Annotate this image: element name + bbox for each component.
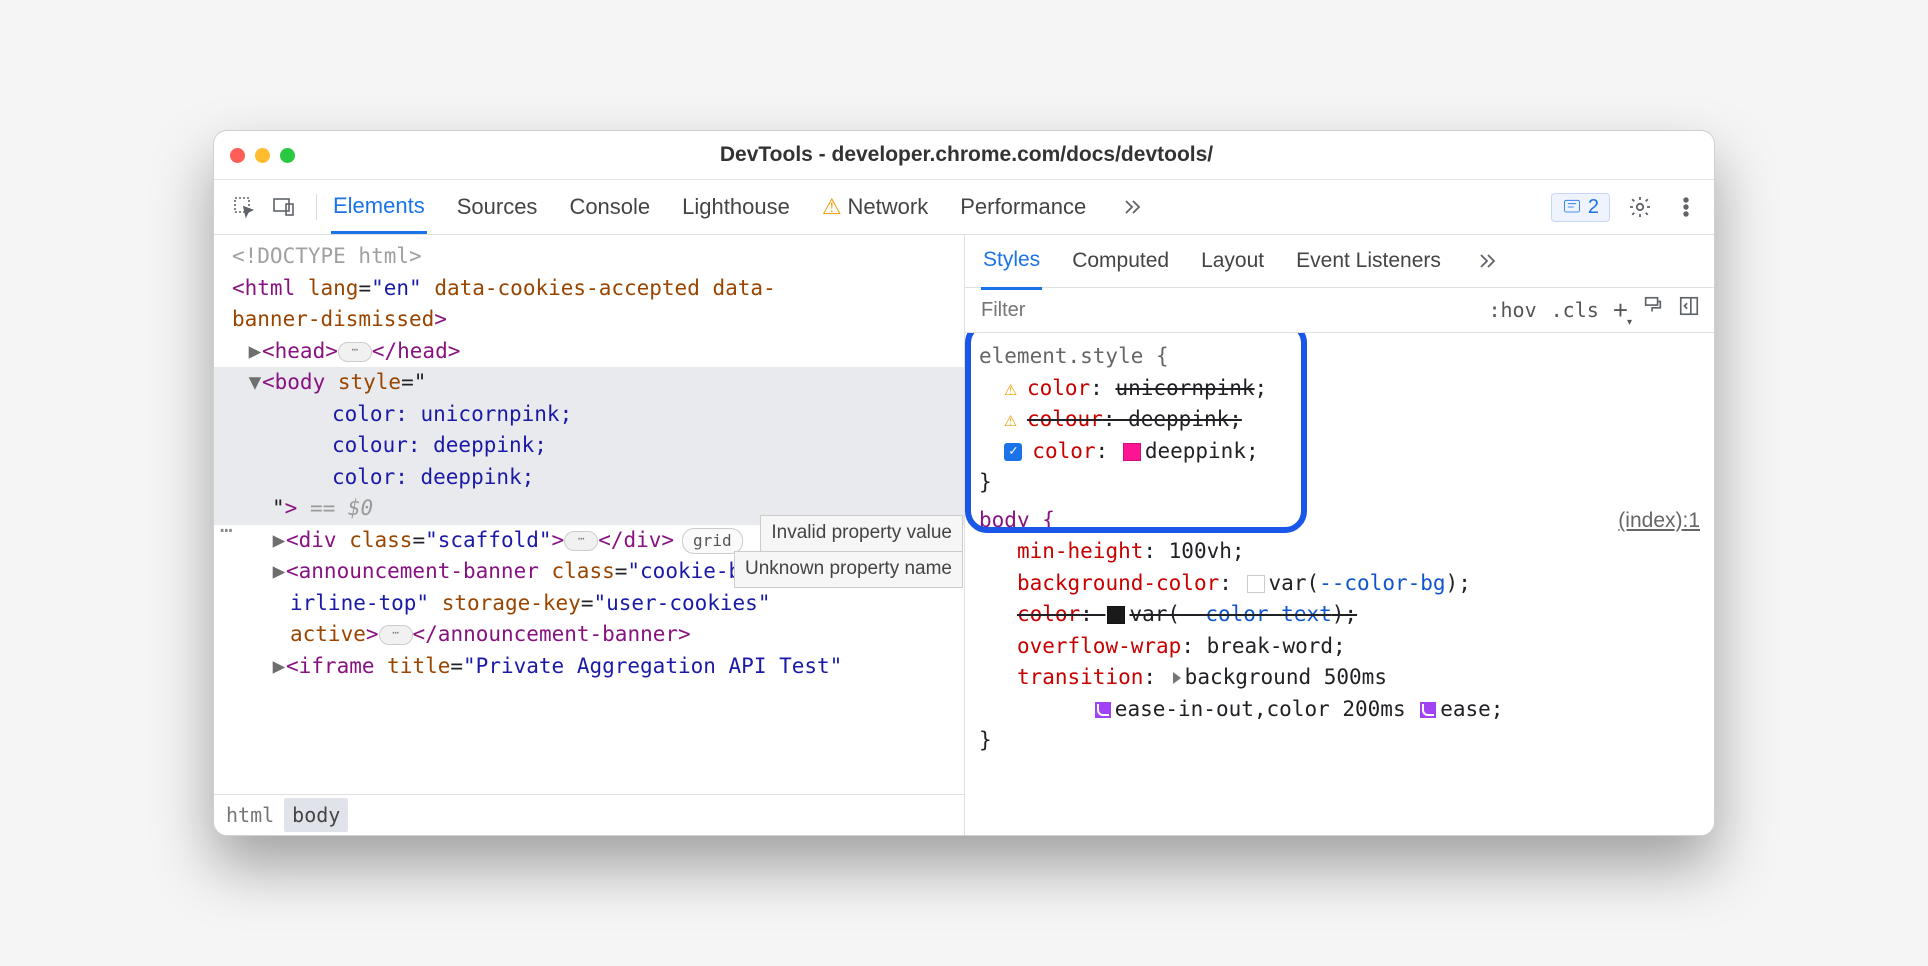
tab-elements[interactable]: Elements xyxy=(331,181,427,234)
warning-icon: ⚠ xyxy=(1004,407,1017,431)
decl-bg[interactable]: background-color: var(--color-bg); xyxy=(979,568,1700,600)
decl-min-height[interactable]: min-height: 100vh; xyxy=(979,536,1700,568)
titlebar: DevTools - developer.chrome.com/docs/dev… xyxy=(214,131,1714,180)
maximize-window-icon[interactable] xyxy=(280,148,295,163)
style-line-2: colour: deeppink; xyxy=(214,430,964,462)
hov-toggle[interactable]: :hov xyxy=(1488,295,1536,325)
selector-element-style: element.style { xyxy=(979,341,1700,373)
decl-colour-unknown[interactable]: ⚠colour: deeppink; xyxy=(979,404,1700,436)
styles-filter-input[interactable] xyxy=(979,298,1474,323)
toolbar-right: 2 xyxy=(1551,191,1702,223)
close-window-icon[interactable] xyxy=(230,148,245,163)
new-rule-icon[interactable]: +▾ xyxy=(1613,291,1628,330)
color-swatch-icon[interactable] xyxy=(1247,575,1265,593)
window-title: DevTools - developer.chrome.com/docs/dev… xyxy=(295,143,1638,167)
decl-transition[interactable]: transition: background 500ms xyxy=(979,662,1700,694)
subtab-computed[interactable]: Computed xyxy=(1070,233,1171,289)
style-line-1: color: unicornpink; xyxy=(214,399,964,431)
color-swatch-icon[interactable] xyxy=(1123,443,1141,461)
html-open-cont[interactable]: banner-dismissed> xyxy=(214,304,964,336)
device-toolbar-icon[interactable] xyxy=(266,189,302,225)
decl-color-valid[interactable]: ✓color: deeppink; xyxy=(979,436,1700,468)
styles-sidebar: Styles Computed Layout Event Listeners :… xyxy=(965,235,1714,835)
decl-color-invalid[interactable]: ⚠color: unicornpink; xyxy=(979,373,1700,405)
color-swatch-icon[interactable] xyxy=(1107,606,1125,624)
crumb-html[interactable]: html xyxy=(226,800,274,830)
styles-filterbar: :hov .cls +▾ xyxy=(965,288,1714,333)
easing-icon[interactable] xyxy=(1420,702,1436,718)
crumb-body[interactable]: body xyxy=(284,798,348,832)
selector-body: body { xyxy=(979,505,1700,537)
ellipsis-icon[interactable]: ⋯ xyxy=(564,531,598,551)
more-tabs-icon[interactable] xyxy=(1116,191,1148,223)
traffic-lights xyxy=(230,148,295,163)
devtools-window: DevTools - developer.chrome.com/docs/dev… xyxy=(213,130,1715,836)
element-style-rule[interactable]: element.style { ⚠color: unicornpink; ⚠co… xyxy=(979,341,1700,499)
issues-count: 2 xyxy=(1588,196,1599,219)
tab-sources[interactable]: Sources xyxy=(455,182,540,232)
subtab-layout[interactable]: Layout xyxy=(1199,233,1266,289)
head-line[interactable]: ▶<head>⋯</head> xyxy=(214,336,964,368)
style-line-3: color: deeppink; xyxy=(214,462,964,494)
warning-icon: ⚠ xyxy=(1004,376,1017,400)
content-area: <!DOCTYPE html> <html lang="en" data-coo… xyxy=(214,235,1714,835)
html-open[interactable]: <html lang="en" data-cookies-accepted da… xyxy=(214,273,964,305)
ellipsis-icon[interactable]: ⋯ xyxy=(338,342,372,362)
expand-icon[interactable] xyxy=(1173,672,1181,684)
decl-color[interactable]: color: var(--color-text); xyxy=(979,599,1700,631)
rule-close: } xyxy=(979,467,1700,499)
iframe-line[interactable]: ▶<iframe title="Private Aggregation API … xyxy=(214,651,964,683)
source-link[interactable]: (index):1 xyxy=(1618,505,1700,537)
tooltip-unknown-name: Unknown property name xyxy=(734,551,963,588)
more-menu-icon[interactable] xyxy=(1670,191,1702,223)
ellipsis-icon[interactable]: ⋯ xyxy=(379,625,413,645)
body-rule[interactable]: (index):1 body { min-height: 100vh; back… xyxy=(979,505,1700,757)
more-subtabs-icon[interactable] xyxy=(1471,245,1503,277)
separator xyxy=(316,194,317,220)
tooltip-invalid-value: Invalid property value xyxy=(760,515,963,552)
doctype-line[interactable]: <!DOCTYPE html> xyxy=(214,241,964,273)
overflow-icon[interactable]: ⋯ xyxy=(220,515,233,547)
inspect-element-icon[interactable] xyxy=(226,189,262,225)
cls-toggle[interactable]: .cls xyxy=(1551,295,1599,325)
tab-network[interactable]: Network xyxy=(820,182,930,232)
announcement-banner-2: irline-top" storage-key="user-cookies" xyxy=(214,588,964,620)
announcement-banner-3: active>⋯</announcement-banner> xyxy=(214,619,964,651)
tab-lighthouse[interactable]: Lighthouse xyxy=(680,182,792,232)
dom-tree[interactable]: <!DOCTYPE html> <html lang="en" data-coo… xyxy=(214,235,964,794)
minimize-window-icon[interactable] xyxy=(255,148,270,163)
selected-body-node[interactable]: ⋯ ▼<body style=" color: unicornpink; col… xyxy=(214,367,964,525)
main-toolbar: Elements Sources Console Lighthouse Netw… xyxy=(214,180,1714,235)
grid-badge[interactable]: grid xyxy=(682,528,743,554)
subtab-listeners[interactable]: Event Listeners xyxy=(1294,233,1443,289)
breadcrumb[interactable]: html body xyxy=(214,794,964,835)
styles-rules[interactable]: element.style { ⚠color: unicornpink; ⚠co… xyxy=(965,333,1714,835)
issues-badge[interactable]: 2 xyxy=(1551,193,1610,222)
decl-transition-cont[interactable]: ease-in-out,color 200ms ease; xyxy=(979,694,1700,726)
tab-performance[interactable]: Performance xyxy=(958,182,1088,232)
tab-console[interactable]: Console xyxy=(567,182,652,232)
rule-close-body: } xyxy=(979,725,1700,757)
checkbox-icon[interactable]: ✓ xyxy=(1004,443,1022,461)
decl-overflow-wrap[interactable]: overflow-wrap: break-word; xyxy=(979,631,1700,663)
computed-toggle-icon[interactable] xyxy=(1678,295,1700,326)
elements-panel: <!DOCTYPE html> <html lang="en" data-coo… xyxy=(214,235,965,835)
paint-icon[interactable] xyxy=(1642,295,1664,326)
sidebar-subtabs: Styles Computed Layout Event Listeners xyxy=(965,235,1714,288)
panel-tabs: Elements Sources Console Lighthouse Netw… xyxy=(331,181,1148,234)
settings-icon[interactable] xyxy=(1624,191,1656,223)
subtab-styles[interactable]: Styles xyxy=(981,232,1042,291)
easing-icon[interactable] xyxy=(1095,702,1111,718)
